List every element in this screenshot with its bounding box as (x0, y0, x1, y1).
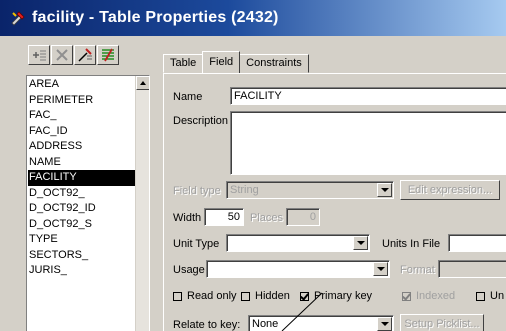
field-list[interactable]: AREA PERIMETER FAC_ FAC_ID ADDRESS NAME FACILI… (26, 75, 150, 331)
list-item[interactable]: FAC_ID (28, 124, 136, 140)
unique-box (476, 291, 485, 301)
read-only-label: Read only (187, 290, 237, 302)
field-list-items: AREA PERIMETER FAC_ FAC_ID ADDRESS NAME FACILI… (28, 77, 136, 279)
add-field-icon (33, 50, 46, 61)
delete-field-button[interactable] (51, 45, 73, 65)
list-item[interactable]: D_OCT92_ID (28, 201, 136, 217)
field-type-value: String (230, 184, 259, 196)
places-label: Places (250, 212, 284, 224)
list-item[interactable]: D_OCT92_S (28, 217, 136, 233)
primary-key-checkbox[interactable]: Primary key (300, 290, 372, 302)
unique-label: Un (490, 290, 505, 302)
properties-tabs: Table Field Constraints (163, 51, 309, 74)
list-item[interactable]: AREA (28, 77, 136, 93)
width-label: Width (173, 212, 202, 224)
primary-key-label: Primary key (314, 290, 373, 302)
field-toolbar (28, 45, 119, 67)
indexed-box (402, 291, 411, 301)
name-field[interactable]: FACILITY (230, 87, 506, 105)
units-in-file-field[interactable] (448, 234, 506, 252)
hidden-label: Hidden (255, 290, 290, 302)
list-item[interactable]: TYPE (28, 232, 136, 248)
hidden-box (241, 291, 250, 301)
field-type-select[interactable]: String (226, 181, 394, 199)
edit-field-icon (78, 48, 92, 62)
scroll-up-button[interactable] (136, 76, 149, 90)
relate-to-key-label: Relate to key: (173, 319, 241, 331)
description-label: Description (173, 115, 229, 127)
list-item[interactable]: SECTORS_ (28, 248, 136, 264)
tab-table[interactable]: Table (163, 54, 204, 73)
window-title: facility - Table Properties (2432) (32, 9, 279, 26)
tab-constraints[interactable]: Constraints (239, 54, 309, 73)
properties-icon (102, 48, 114, 62)
list-item[interactable]: D_OCT92_ (28, 186, 136, 202)
read-only-box (173, 291, 182, 301)
format-field[interactable] (438, 260, 506, 278)
usage-select[interactable] (206, 260, 390, 278)
field-type-label: Field type (173, 185, 221, 197)
relate-to-key-value: None (252, 318, 279, 330)
edit-field-button[interactable] (74, 45, 96, 65)
name-label: Name (173, 91, 203, 103)
list-item[interactable]: NAME (28, 155, 136, 171)
list-item[interactable]: PERIMETER (28, 93, 136, 109)
unique-checkbox[interactable]: Un (476, 290, 504, 302)
field-properties-button[interactable] (97, 45, 119, 65)
indexed-checkbox[interactable]: Indexed (402, 290, 455, 302)
unit-type-select[interactable] (226, 234, 370, 252)
format-label: Format (400, 264, 435, 276)
chevron-down-icon (377, 183, 392, 197)
table-properties-icon (11, 11, 25, 26)
title-bar: facility - Table Properties (2432) (0, 0, 506, 36)
relate-to-key-select[interactable]: None (248, 315, 394, 331)
places-field[interactable]: 0 (286, 208, 320, 226)
field-list-scrollbar[interactable] (135, 76, 149, 331)
width-field[interactable]: 50 (204, 208, 244, 226)
list-item[interactable]: FACILITY (28, 170, 136, 186)
indexed-label: Indexed (416, 290, 456, 302)
delete-field-icon (56, 49, 68, 61)
primary-key-box (300, 291, 309, 301)
list-item[interactable]: FAC_ (28, 108, 136, 124)
units-in-file-label: Units In File (382, 238, 441, 250)
read-only-checkbox[interactable]: Read only (173, 290, 237, 302)
add-field-button[interactable] (28, 45, 50, 65)
unit-type-label: Unit Type (173, 238, 220, 250)
list-item[interactable]: JURIS_ (28, 263, 136, 279)
edit-expression-button[interactable]: Edit expression... (400, 180, 500, 200)
hidden-checkbox[interactable]: Hidden (241, 290, 290, 302)
setup-picklist-button[interactable]: Setup Picklist... (400, 314, 484, 331)
tab-field[interactable]: Field (202, 51, 241, 73)
chevron-down-icon (373, 262, 388, 276)
chevron-down-icon (377, 317, 392, 331)
list-item[interactable]: ADDRESS (28, 139, 136, 155)
usage-label: Usage (173, 264, 205, 276)
description-field[interactable] (230, 111, 506, 175)
chevron-down-icon (353, 236, 368, 250)
